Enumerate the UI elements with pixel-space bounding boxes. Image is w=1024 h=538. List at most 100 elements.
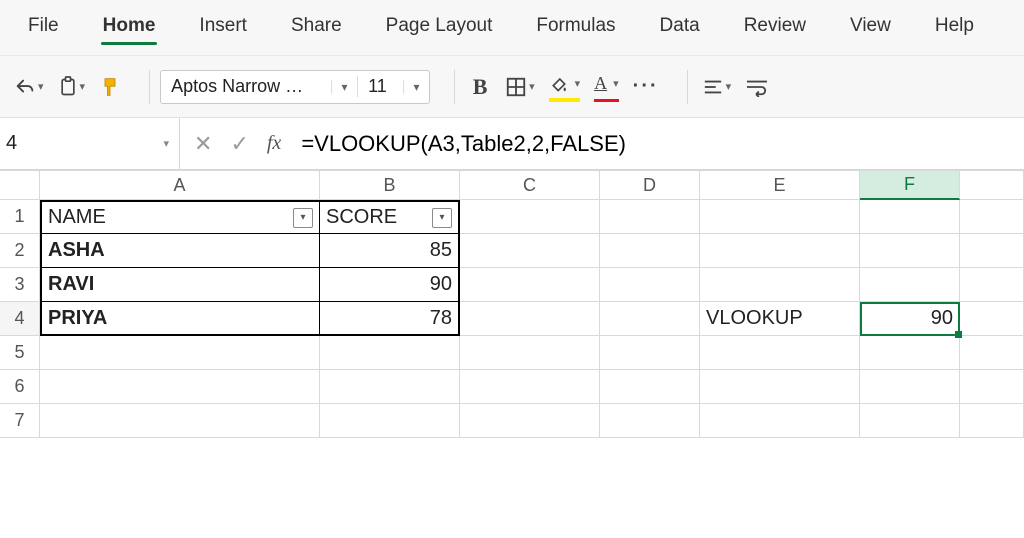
chevron-down-icon[interactable]: ▾ — [163, 137, 169, 150]
cell-e4[interactable]: VLOOKUP — [700, 302, 860, 336]
cell-a7[interactable] — [40, 404, 320, 438]
row-header[interactable]: 2 — [0, 234, 40, 268]
cell-e1[interactable] — [700, 200, 860, 234]
col-header-b[interactable]: B — [320, 170, 460, 200]
col-header-d[interactable]: D — [600, 170, 700, 200]
cell-f2[interactable] — [860, 234, 960, 268]
row-header[interactable]: 7 — [0, 404, 40, 438]
cell-b1[interactable]: SCORE ▾ — [320, 200, 460, 234]
cell-b4[interactable]: 78 — [320, 302, 460, 336]
cell-e6[interactable] — [700, 370, 860, 404]
cell-d2[interactable] — [600, 234, 700, 268]
cell-a2[interactable]: ASHA — [40, 234, 320, 268]
cell-f4[interactable]: 90 — [860, 302, 960, 336]
tab-help[interactable]: Help — [913, 5, 996, 51]
cell-a6[interactable] — [40, 370, 320, 404]
cell-c7[interactable] — [460, 404, 600, 438]
chevron-down-icon[interactable]: ▾ — [403, 80, 429, 94]
cell-g3[interactable] — [960, 268, 1024, 302]
cell-f1[interactable] — [860, 200, 960, 234]
select-all-corner[interactable] — [0, 170, 40, 200]
filter-button[interactable]: ▾ — [293, 208, 313, 228]
cell-g7[interactable] — [960, 404, 1024, 438]
cell-f5[interactable] — [860, 336, 960, 370]
cell-d1[interactable] — [600, 200, 700, 234]
cell-d4[interactable] — [600, 302, 700, 336]
cell-e7[interactable] — [700, 404, 860, 438]
font-selector[interactable]: Aptos Narrow … ▾ 11 ▾ — [160, 70, 430, 104]
separator — [454, 70, 455, 104]
accept-formula-icon[interactable]: ✓ — [230, 131, 248, 157]
cell-c3[interactable] — [460, 268, 600, 302]
chevron-down-icon[interactable]: ▾ — [331, 80, 357, 94]
tab-home[interactable]: Home — [81, 5, 178, 51]
cell-d3[interactable] — [600, 268, 700, 302]
tab-view[interactable]: View — [828, 5, 913, 51]
cell-b7[interactable] — [320, 404, 460, 438]
row-header[interactable]: 5 — [0, 336, 40, 370]
cell-d7[interactable] — [600, 404, 700, 438]
wrap-text-button[interactable] — [741, 70, 773, 104]
row-header[interactable]: 4 — [0, 302, 40, 336]
cell-c2[interactable] — [460, 234, 600, 268]
cell-f7[interactable] — [860, 404, 960, 438]
cancel-formula-icon[interactable]: ✕ — [194, 131, 212, 157]
cell-e5[interactable] — [700, 336, 860, 370]
filter-button[interactable]: ▾ — [432, 208, 452, 228]
cell-e2[interactable] — [700, 234, 860, 268]
col-header-a[interactable]: A — [40, 170, 320, 200]
tab-insert[interactable]: Insert — [177, 5, 269, 51]
row-header[interactable]: 3 — [0, 268, 40, 302]
col-header-c[interactable]: C — [460, 170, 600, 200]
cell-g6[interactable] — [960, 370, 1024, 404]
cell-b6[interactable] — [320, 370, 460, 404]
formula-input[interactable] — [295, 118, 1024, 169]
cell-g1[interactable] — [960, 200, 1024, 234]
cell-g4[interactable] — [960, 302, 1024, 336]
spreadsheet[interactable]: A B C D E F 1 NAME ▾ SCORE ▾ 2 ASHA 85 3 — [0, 170, 1024, 438]
cell-c5[interactable] — [460, 336, 600, 370]
name-box[interactable]: 4 ▾ — [0, 118, 180, 169]
align-left-button[interactable]: ▾ — [698, 70, 736, 104]
cell-g2[interactable] — [960, 234, 1024, 268]
cell-f3[interactable] — [860, 268, 960, 302]
cell-c1[interactable] — [460, 200, 600, 234]
bold-button[interactable]: B — [465, 70, 495, 104]
borders-button[interactable]: ▾ — [501, 70, 539, 104]
font-color-button[interactable]: A ▾ — [590, 70, 623, 104]
cell-f6[interactable] — [860, 370, 960, 404]
cell-b5[interactable] — [320, 336, 460, 370]
cell-text: PRIYA — [48, 307, 107, 330]
cell-a5[interactable] — [40, 336, 320, 370]
fx-label[interactable]: fx — [267, 132, 281, 155]
cell-e3[interactable] — [700, 268, 860, 302]
clipboard-button[interactable]: ▾ — [54, 70, 90, 104]
cell-b2[interactable]: 85 — [320, 234, 460, 268]
more-button[interactable]: ··· — [629, 70, 663, 104]
tab-formulas[interactable]: Formulas — [514, 5, 637, 51]
tab-file[interactable]: File — [6, 5, 81, 51]
cell-a3[interactable]: RAVI — [40, 268, 320, 302]
undo-button[interactable]: ▾ — [10, 70, 48, 104]
cell-g5[interactable] — [960, 336, 1024, 370]
cell-c4[interactable] — [460, 302, 600, 336]
tab-review[interactable]: Review — [722, 5, 828, 51]
cell-a1[interactable]: NAME ▾ — [40, 200, 320, 234]
col-header-e[interactable]: E — [700, 170, 860, 200]
font-name: Aptos Narrow … — [161, 76, 331, 97]
cell-c6[interactable] — [460, 370, 600, 404]
cell-a4[interactable]: PRIYA — [40, 302, 320, 336]
tab-share[interactable]: Share — [269, 5, 364, 51]
row-header[interactable]: 1 — [0, 200, 40, 234]
fill-color-button[interactable]: ▾ — [545, 70, 585, 104]
tab-data[interactable]: Data — [638, 5, 722, 51]
cell-d6[interactable] — [600, 370, 700, 404]
tab-page-layout[interactable]: Page Layout — [364, 5, 515, 51]
format-painter-button[interactable] — [95, 70, 125, 104]
col-header-g[interactable] — [960, 170, 1024, 200]
row-header[interactable]: 6 — [0, 370, 40, 404]
cell-d5[interactable] — [600, 336, 700, 370]
cell-b3[interactable]: 90 — [320, 268, 460, 302]
col-header-f[interactable]: F — [860, 170, 960, 200]
cell-text: VLOOKUP — [706, 307, 803, 330]
